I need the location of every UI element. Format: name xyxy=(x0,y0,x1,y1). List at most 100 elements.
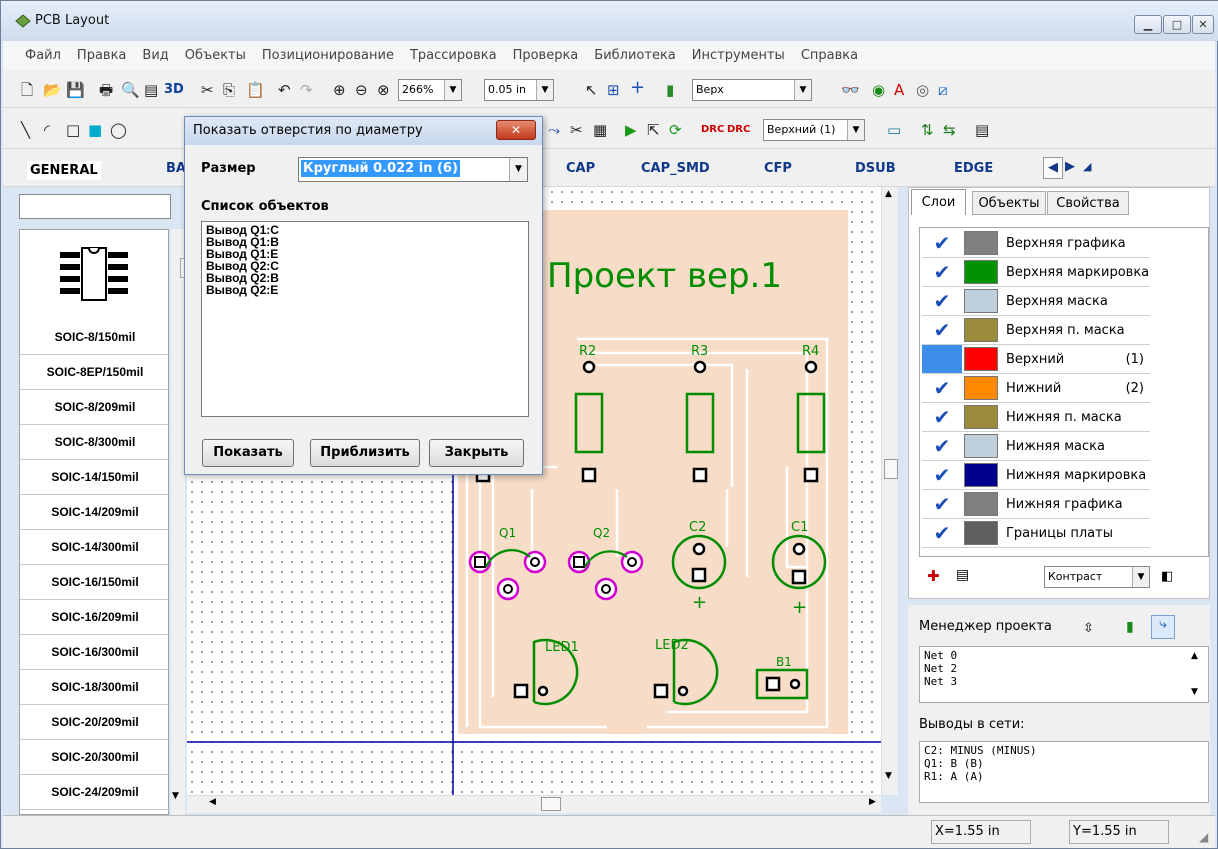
library-item[interactable]: SOIC-24/209mil xyxy=(20,775,170,810)
layer-visible-checkbox[interactable]: ✔ xyxy=(922,519,962,547)
layer-color-swatch[interactable] xyxy=(964,405,998,429)
grid-combo[interactable]: 0.05 in ▼ xyxy=(484,79,554,101)
layer-visible-checkbox[interactable]: ✔ xyxy=(922,287,962,315)
export-icon[interactable]: ⇱ xyxy=(647,120,660,140)
library-item[interactable]: SOIC-8EP/150mil xyxy=(20,355,170,390)
dialog-close-icon[interactable]: ✕ xyxy=(496,120,536,140)
print-preview-icon[interactable]: 🔍 xyxy=(121,80,140,100)
sort-icon[interactable]: ⇳ xyxy=(1083,621,1094,636)
dialog-titlebar[interactable]: Показать отверстия по диаметру ✕ xyxy=(185,117,542,145)
library-item[interactable]: SOIC-8/150mil xyxy=(20,320,170,355)
text-tool-icon[interactable]: A xyxy=(894,80,904,100)
layer-color-swatch[interactable] xyxy=(964,492,998,516)
autoroute-icon[interactable]: ⤳ xyxy=(548,120,560,140)
copy-icon[interactable]: ⎘ xyxy=(223,80,235,100)
save-icon[interactable]: 💾 xyxy=(66,80,85,100)
scroll-down-icon[interactable]: ▼ xyxy=(1191,687,1198,697)
scroll-up-icon[interactable]: ▲ xyxy=(885,189,892,199)
crosshair-icon[interactable]: + xyxy=(630,78,645,98)
component-icon[interactable]: ▭ xyxy=(887,120,901,140)
canvas-vscroll[interactable] xyxy=(881,187,898,795)
open-icon[interactable]: 📂 xyxy=(43,80,62,100)
layer-row[interactable]: ✔ Верхняя п. маска xyxy=(922,316,1150,345)
binoculars-icon[interactable]: 👓 xyxy=(841,80,860,100)
tab-scroll-left-icon[interactable]: ◀ xyxy=(1043,157,1063,179)
menu-item[interactable]: Файл xyxy=(25,41,61,70)
library-item[interactable]: SOIC-14/300mil xyxy=(20,530,170,565)
layer-row[interactable]: ✔ Нижняя маркировка xyxy=(922,461,1150,490)
layer-row[interactable]: ✔ Нижний (2) xyxy=(922,374,1150,403)
layer-row[interactable]: ✔ Верхняя маркировка xyxy=(922,258,1150,287)
menu-item[interactable]: Библиотека xyxy=(594,41,676,70)
layer-row[interactable]: ✔ Верхняя маска xyxy=(922,287,1150,316)
menu-item[interactable]: Справка xyxy=(801,41,858,70)
close-window-button[interactable]: ✕ xyxy=(1192,15,1214,34)
layer-visible-checkbox[interactable]: ✔ xyxy=(922,490,962,518)
library-item[interactable]: SOIC-8/209mil xyxy=(20,390,170,425)
circle-tool-icon[interactable]: ◯ xyxy=(110,120,127,140)
size-select[interactable]: Круглый 0.022 in (6) ▼ xyxy=(298,157,528,182)
layer-visible-checkbox[interactable]: ✔ xyxy=(922,316,962,344)
refresh-icon[interactable]: ⟳ xyxy=(669,120,682,140)
add-layer-icon[interactable]: ✚ xyxy=(927,567,940,585)
hscroll-thumb[interactable] xyxy=(541,797,561,811)
tab-layers[interactable]: Слои xyxy=(911,189,966,215)
nets-icon[interactable]: ⇆ xyxy=(943,120,956,140)
components-view-icon[interactable]: ▮ xyxy=(1126,619,1134,635)
tab-cfp[interactable]: CFP xyxy=(764,161,792,176)
library-item[interactable]: SOIC-8/300mil xyxy=(20,425,170,460)
layer-visible-checkbox[interactable]: ✔ xyxy=(922,374,962,402)
layer-visible-checkbox[interactable]: ✔ xyxy=(922,461,962,489)
tab-menu-icon[interactable]: ◢ xyxy=(1083,157,1091,177)
netlist-icon[interactable]: ⇅ xyxy=(921,120,934,140)
layer-color-swatch[interactable] xyxy=(964,231,998,255)
canvas-hscroll[interactable] xyxy=(187,795,881,813)
pin-item[interactable]: C2: MINUS (MINUS) xyxy=(924,744,1204,757)
layer-row[interactable]: ✔ Границы платы xyxy=(922,519,1150,548)
object-list-item[interactable]: Вывод Q2:E xyxy=(206,284,524,296)
menu-item[interactable]: Инструменты xyxy=(692,41,785,70)
maximize-button[interactable]: □ xyxy=(1163,15,1191,34)
layer-row[interactable]: Верхний (1) xyxy=(922,345,1150,374)
library-scrollbar[interactable] xyxy=(171,229,185,815)
layer-color-swatch[interactable] xyxy=(964,521,998,545)
via-icon[interactable]: ◉ xyxy=(872,80,885,100)
nets-view-icon[interactable]: ⤷ xyxy=(1151,615,1175,639)
redo-icon[interactable]: ↷ xyxy=(300,80,313,100)
layer-color-swatch[interactable] xyxy=(964,318,998,342)
library-item[interactable]: SOIC-20/209mil xyxy=(20,705,170,740)
objects-list[interactable]: Вывод Q1:C Вывод Q1:B Вывод Q1:E Вывод Q2:C… xyxy=(201,221,529,417)
pin-item[interactable]: R1: A (A) xyxy=(924,770,1204,783)
close-button[interactable]: Закрыть xyxy=(429,439,524,467)
print-icon[interactable]: 🖶 xyxy=(99,80,113,100)
menu-item[interactable]: Проверка xyxy=(513,41,579,70)
library-search-input[interactable] xyxy=(19,194,171,219)
tab-scroll-right-icon[interactable]: ▶ xyxy=(1065,157,1075,177)
resize-grip-icon[interactable]: ◢ xyxy=(1199,830,1208,844)
rect-tool-icon[interactable]: □ xyxy=(66,120,80,140)
layer-settings-icon[interactable]: ▤ xyxy=(956,567,969,583)
paste-icon[interactable]: 📋 xyxy=(246,80,265,100)
layer-row[interactable]: ✔ Нижняя графика xyxy=(922,490,1150,519)
line-tool-icon[interactable]: ╲ xyxy=(21,120,30,140)
zoom-in-icon[interactable]: ⊕ xyxy=(333,80,346,100)
zoom-combo[interactable]: 266% ▼ xyxy=(398,79,462,101)
menu-item[interactable]: Позиционирование xyxy=(262,41,394,70)
menu-item[interactable]: Объекты xyxy=(185,41,246,70)
scroll-left-icon[interactable]: ◀ xyxy=(209,797,216,807)
layer-color-swatch[interactable] xyxy=(964,376,998,400)
tab-properties[interactable]: Свойства xyxy=(1047,191,1129,215)
drc-report-icon[interactable]: DRC xyxy=(727,120,750,140)
contrast-combo[interactable]: Контраст ▼ xyxy=(1044,566,1150,588)
fill-rect-tool-icon[interactable]: ■ xyxy=(88,120,102,140)
layer-combo[interactable]: Верхний (1) ▼ xyxy=(763,119,865,141)
pin-item[interactable]: Q1: B (B) xyxy=(924,757,1204,770)
library-item[interactable]: SOIC-16/209mil xyxy=(20,600,170,635)
show-button[interactable]: Показать xyxy=(202,439,294,467)
library-item[interactable]: SOIC-14/209mil xyxy=(20,495,170,530)
nets-list[interactable]: Net 0 Net 2 Net 3 xyxy=(919,646,1209,703)
measure-icon[interactable]: ⊞ xyxy=(607,80,620,100)
menu-item[interactable]: Трассировка xyxy=(410,41,497,70)
unroute-icon[interactable]: ✂ xyxy=(570,120,583,140)
layer-color-swatch[interactable] xyxy=(964,463,998,487)
